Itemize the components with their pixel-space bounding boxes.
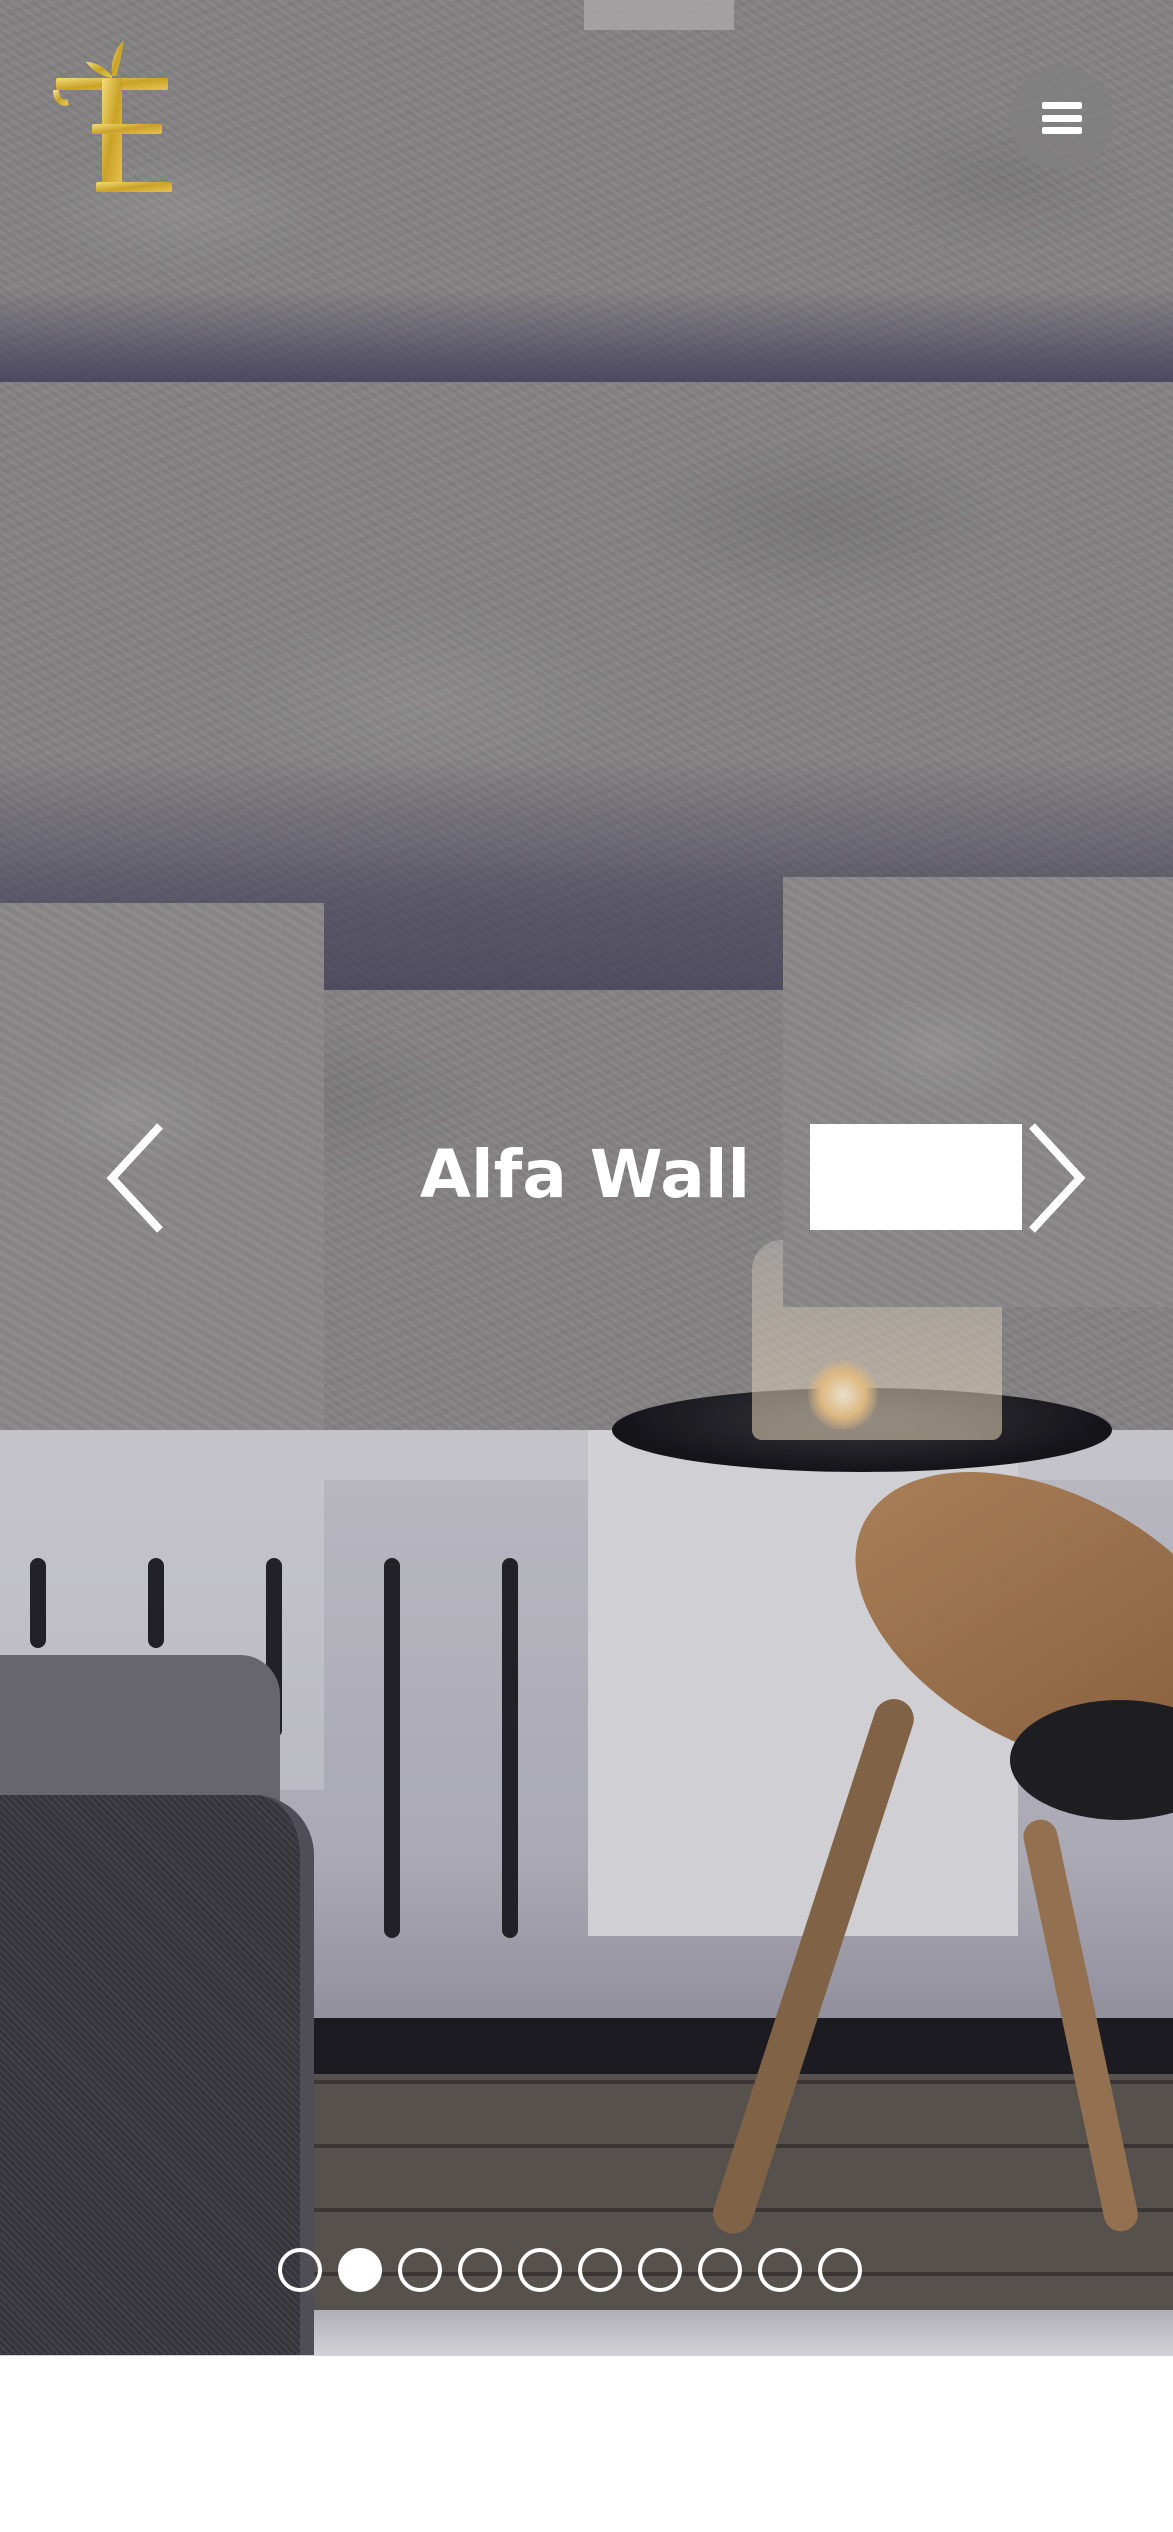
cabinet-slot bbox=[384, 1558, 400, 1938]
cabinet-slot bbox=[148, 1558, 164, 1648]
sofa bbox=[0, 1795, 314, 2355]
wall-shadow-band bbox=[0, 290, 1173, 382]
slide-dot[interactable] bbox=[398, 2248, 442, 2292]
slide-cta-button[interactable] bbox=[810, 1124, 1022, 1230]
slide-dot[interactable] bbox=[758, 2248, 802, 2292]
brand-logo[interactable] bbox=[52, 36, 176, 200]
slide-dot[interactable] bbox=[818, 2248, 862, 2292]
chevron-right-icon bbox=[1029, 1123, 1086, 1233]
slide-dot[interactable] bbox=[338, 2248, 382, 2292]
chevron-left-icon bbox=[106, 1123, 163, 1233]
header-tab bbox=[584, 0, 734, 30]
hamburger-menu-icon bbox=[1042, 102, 1082, 134]
cabinet-slot bbox=[502, 1558, 518, 1938]
cabinet-slot bbox=[30, 1558, 46, 1648]
slide-pagination bbox=[278, 2248, 898, 2300]
previous-slide-button[interactable] bbox=[100, 1118, 180, 1238]
slide-dot[interactable] bbox=[638, 2248, 682, 2292]
slide-dot[interactable] bbox=[518, 2248, 562, 2292]
slide-dot[interactable] bbox=[458, 2248, 502, 2292]
menu-button[interactable] bbox=[1010, 66, 1114, 170]
texture-tile bbox=[783, 877, 1173, 1307]
candle-glow bbox=[808, 1360, 878, 1430]
slide-title: Alfa Wall bbox=[419, 1136, 751, 1213]
slide-dot[interactable] bbox=[698, 2248, 742, 2292]
slide-dot[interactable] bbox=[278, 2248, 322, 2292]
slide-dot[interactable] bbox=[578, 2248, 622, 2292]
gold-letter-e-sprout-logo-icon bbox=[53, 40, 172, 192]
next-slide-button[interactable] bbox=[1012, 1118, 1092, 1238]
